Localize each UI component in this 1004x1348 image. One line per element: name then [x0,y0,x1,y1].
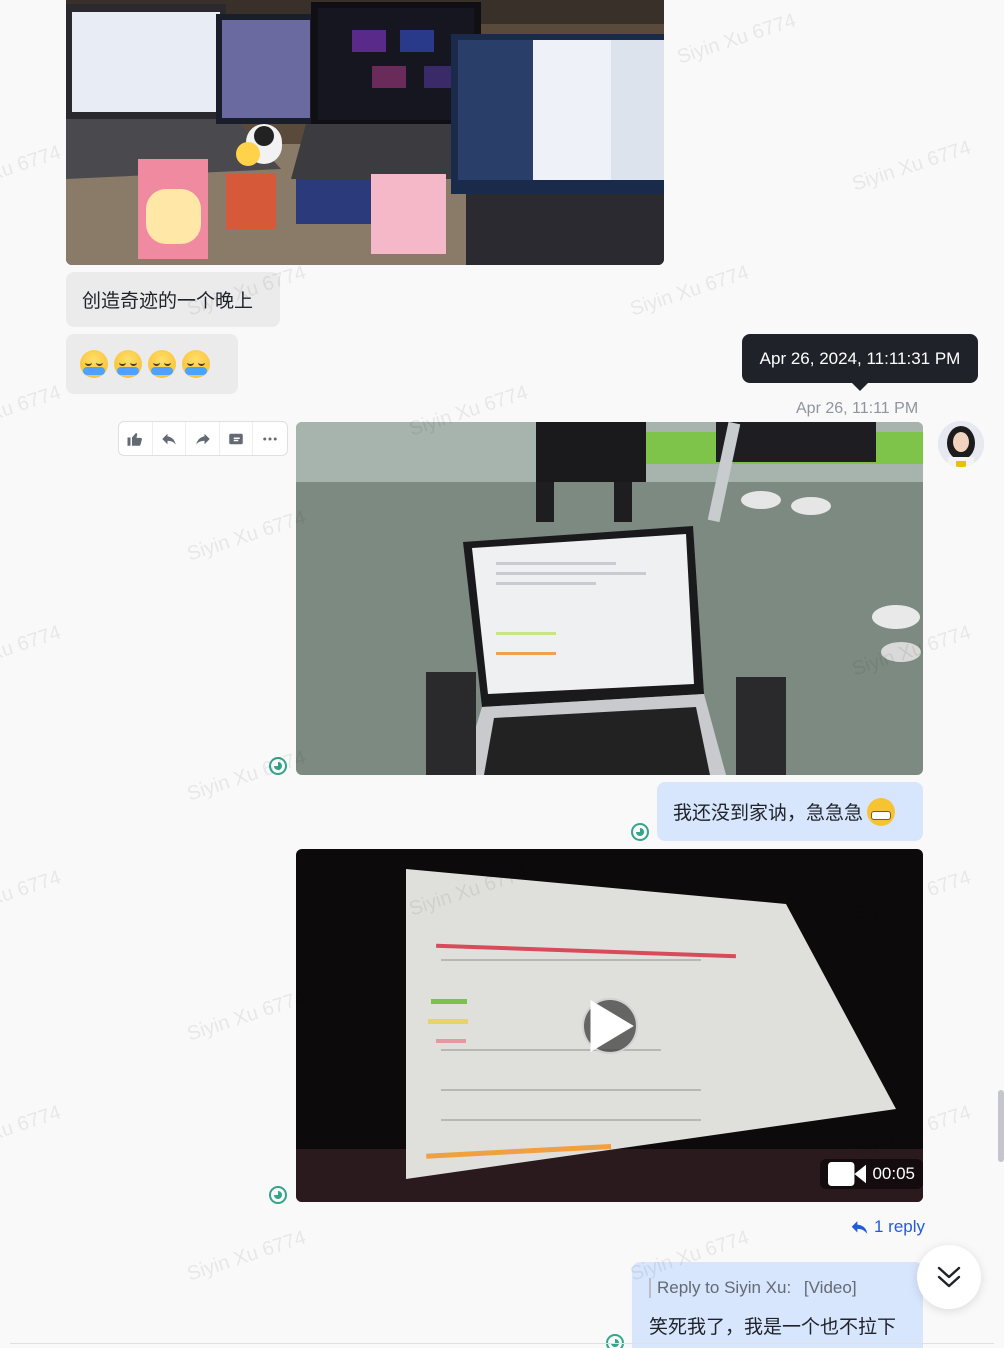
reply-arrow-icon [851,1220,868,1234]
read-status-icon [631,823,649,841]
message-timestamp: Apr 26, 11:11 PM [796,400,919,417]
duration-text: 00:05 [872,1164,915,1183]
watermark: Siyin Xu 6774 [0,141,64,200]
message-bubble-reply[interactable]: Reply to Siyin Xu: [Video] 笑死我了，我是一个也不拉下 [632,1262,923,1348]
thumbs-up-icon [127,432,143,446]
play-icon [590,1000,634,1052]
watermark: Siyin Xu 6774 [0,1101,64,1160]
message-text: 笑死我了，我是一个也不拉下 [649,1317,897,1338]
thumbs-up-button[interactable] [119,422,153,455]
reply-quote: Reply to Siyin Xu: [Video] [649,1278,857,1298]
quote-box-icon [229,433,243,444]
scroll-to-bottom-button[interactable] [917,1245,981,1309]
crying-emoji-icon [80,350,108,378]
scrollbar[interactable] [998,1090,1004,1162]
message-bubble-outgoing[interactable]: 我还没到家讷，急急急 [657,782,923,841]
watermark: Siyin Xu 6774 [184,746,309,806]
video-duration: 00:05 [820,1159,923,1189]
message-action-toolbar [118,421,288,456]
watermark: Siyin Xu 6774 [0,621,64,680]
watermark: Siyin Xu 6774 [184,506,309,566]
reply-icon [162,433,176,445]
forward-icon [195,433,210,445]
play-button[interactable] [582,998,638,1054]
divider [10,1343,994,1344]
read-status-icon [606,1334,624,1348]
crying-emoji-icon [114,350,142,378]
reply-quote-label: Reply to Siyin Xu: [657,1278,792,1297]
tooltip-text: Apr 26, 2024, 11:11:31 PM [759,348,961,368]
reply-count: 1 reply [874,1217,926,1236]
watermark: Siyin Xu 6774 [184,1226,309,1286]
message-text: 我还没到家讷，急急急 [673,803,864,824]
watermark: Siyin Xu 6774 [184,986,309,1046]
avatar[interactable] [938,421,984,467]
message-bubble-emoji[interactable] [66,334,238,394]
timestamp-tooltip: Apr 26, 2024, 11:11:31 PM [742,334,978,391]
read-status-icon [269,1186,287,1204]
more-icon [263,437,277,440]
thread-reply-link[interactable]: 1 reply [851,1217,925,1237]
crying-emoji-icon [148,350,176,378]
message-bubble-incoming[interactable]: 创造奇迹的一个晚上 [66,272,280,327]
message-image-subway-laptop[interactable] [296,422,923,775]
message-image-laptops[interactable] [66,0,664,265]
grimace-emoji-icon [867,797,896,826]
watermark: Siyin Xu 6774 [674,9,799,69]
reply-quote-content: [Video] [803,1278,857,1297]
double-chevron-down-icon [937,1266,961,1288]
watermark: Siyin Xu 6774 [0,381,64,440]
watermark: Siyin Xu 6774 [0,866,64,925]
message-video[interactable]: 00:05 [296,849,923,1202]
reply-button[interactable] [153,422,187,455]
read-status-icon [269,757,287,775]
forward-button[interactable] [186,422,220,455]
crying-emoji-icon [182,350,210,378]
watermark: Siyin Xu 6774 [627,261,752,321]
quote-button[interactable] [220,422,254,455]
video-camera-icon [828,1161,867,1187]
more-button[interactable] [253,422,287,455]
watermark: Siyin Xu 6774 [849,136,974,196]
message-text: 创造奇迹的一个晚上 [82,291,254,312]
